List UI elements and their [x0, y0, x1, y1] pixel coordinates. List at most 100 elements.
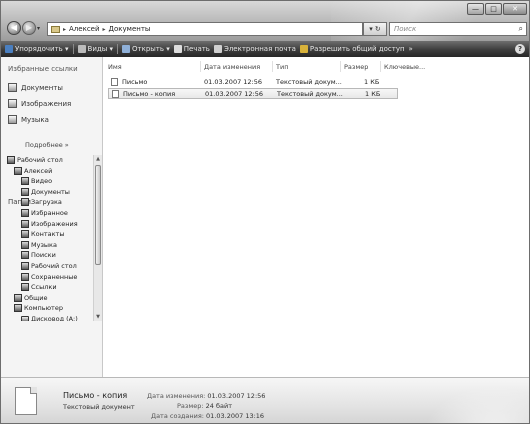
organize-button[interactable]: Упорядочить ▾: [5, 45, 69, 53]
tree-item[interactable]: Дисковод (A:): [21, 314, 78, 321]
file-row-selected[interactable]: Письмо - копия 01.03.2007 12:56 Текстовы…: [108, 88, 398, 99]
tree-item[interactable]: Рабочий стол: [7, 155, 63, 165]
details-file-name: Письмо - копия: [63, 391, 128, 400]
print-button[interactable]: Печать: [173, 45, 210, 53]
details-created: Дата создания: 01.03.2007 13:16: [151, 412, 264, 420]
folder-icon: [21, 240, 29, 249]
details-modified-label: Дата изменения:: [147, 392, 206, 400]
tree-item[interactable]: Ссылки: [21, 282, 57, 292]
scroll-up-icon[interactable]: ▲: [94, 155, 102, 163]
views-button[interactable]: Виды ▾: [77, 45, 113, 53]
folder-icon: [21, 272, 29, 281]
details-size-label: Размер:: [177, 402, 204, 410]
address-bar[interactable]: ▸ Алексей ▸ Документы: [47, 22, 363, 36]
favorite-label: Музыка: [21, 115, 49, 124]
tree-item-label: Избранное: [31, 209, 68, 217]
file-date: 01.03.2007 12:56: [204, 78, 263, 86]
tree-item[interactable]: Изображения: [21, 219, 78, 229]
details-created-value: 01.03.2007 13:16: [206, 412, 265, 420]
column-header-name[interactable]: Имя: [108, 63, 122, 71]
tree-item[interactable]: Сохраненные: [21, 272, 77, 282]
tree-item-label: Компьютер: [24, 304, 63, 313]
column-header-tags[interactable]: Ключевые...: [384, 63, 425, 71]
desktop-icon: [7, 156, 15, 164]
tree-item[interactable]: Рабочий стол: [21, 261, 77, 271]
email-button[interactable]: Электронная почта: [213, 45, 296, 53]
details-created-label: Дата создания:: [151, 412, 204, 420]
views-icon: [77, 45, 86, 53]
folder-icon: [14, 293, 22, 302]
text-document-icon: [112, 90, 119, 98]
column-divider[interactable]: [340, 61, 341, 72]
details-modified-value: 01.03.2007 12:56: [207, 392, 266, 400]
column-header-date[interactable]: Дата изменения: [204, 63, 260, 71]
search-input[interactable]: Поиск ⌕: [389, 22, 527, 36]
file-type: Текстовый докум...: [276, 78, 342, 86]
tree-item[interactable]: Поиски: [21, 250, 56, 260]
tree-item-label: Рабочий стол: [31, 262, 77, 270]
tree-item[interactable]: Компьютер: [14, 303, 63, 313]
recent-pages-dropdown[interactable]: ▾: [37, 25, 40, 32]
maximize-button[interactable]: □: [485, 3, 502, 15]
tree-item[interactable]: Контакты: [21, 229, 64, 239]
user-icon: [14, 166, 22, 175]
scrollbar-thumb[interactable]: [95, 165, 101, 265]
search-icon[interactable]: ⌕: [519, 24, 523, 34]
folder-icon: [21, 198, 29, 207]
refresh-icon[interactable]: ↻: [375, 25, 381, 33]
tree-item-label: Дисковод (A:): [31, 315, 78, 321]
window-controls: — □ ✕: [467, 3, 527, 15]
minimize-button[interactable]: —: [467, 3, 484, 15]
address-history-dropdown[interactable]: ▾: [369, 25, 373, 33]
column-divider[interactable]: [200, 61, 201, 72]
folder-icon: [21, 219, 29, 228]
close-button[interactable]: ✕: [503, 3, 527, 15]
share-button[interactable]: Разрешить общий доступ: [299, 45, 405, 53]
tree-item-label: Общие: [24, 293, 48, 302]
column-divider[interactable]: [272, 61, 273, 72]
tree-item[interactable]: Избранное: [21, 208, 68, 218]
file-row[interactable]: Письмо 01.03.2007 12:56 Текстовый докум.…: [108, 77, 398, 88]
back-button[interactable]: ◀: [7, 21, 21, 35]
tree-item[interactable]: Видео: [21, 176, 52, 186]
folder-icon: [21, 283, 29, 292]
breadcrumb-user[interactable]: Алексей: [69, 25, 100, 33]
text-document-icon: [111, 78, 118, 86]
tree-item-label: Сохраненные: [31, 272, 78, 281]
folder-icon: [21, 251, 29, 260]
column-header-size[interactable]: Размер: [344, 63, 368, 71]
folder-tree-scrollbar[interactable]: ▲ ▼: [93, 155, 102, 321]
email-label: Электронная почта: [223, 45, 296, 53]
toolbar-overflow-button[interactable]: »: [409, 45, 413, 53]
tree-item[interactable]: Музыка: [21, 240, 57, 250]
breadcrumb-separator-icon[interactable]: ▸: [63, 26, 66, 33]
details-modified: Дата изменения: 01.03.2007 12:56: [147, 392, 265, 400]
breadcrumb-documents[interactable]: Документы: [109, 25, 151, 33]
tree-item-label: Алексей: [24, 166, 53, 175]
help-icon[interactable]: ?: [515, 44, 525, 54]
breadcrumb-separator-icon[interactable]: ▸: [103, 26, 106, 33]
scroll-down-icon[interactable]: ▼: [94, 313, 102, 321]
organize-icon: [5, 45, 13, 53]
favorite-label: Документы: [21, 83, 63, 92]
open-button[interactable]: Открыть ▾: [122, 45, 170, 53]
column-header-type[interactable]: Тип: [276, 63, 288, 71]
overflow-label: »: [408, 45, 413, 53]
tree-item-label: Контакты: [31, 230, 65, 239]
details-size-value: 24 байт: [205, 402, 232, 410]
title-bar: — □ ✕ ◀ ▶ ▾ ▸ Алексей ▸ Документы ▾ ↻ По…: [1, 1, 529, 41]
favorite-link-music[interactable]: Музыка: [8, 115, 49, 124]
more-links[interactable]: Подробнее »: [25, 141, 69, 149]
tree-item-label: Документы: [31, 187, 70, 196]
decorative-swoosh: [411, 378, 529, 423]
favorite-link-documents[interactable]: Документы: [8, 83, 63, 92]
tree-item[interactable]: Документы: [21, 187, 70, 197]
forward-button[interactable]: ▶: [22, 21, 36, 35]
column-divider[interactable]: [380, 61, 381, 72]
file-type: Текстовый докум...: [277, 90, 343, 98]
favorite-link-pictures[interactable]: Изображения: [8, 99, 71, 108]
tree-item[interactable]: Загрузка: [21, 197, 62, 207]
tree-item[interactable]: Алексей: [14, 166, 52, 176]
tree-item-label: Загрузка: [31, 198, 62, 207]
tree-item[interactable]: Общие: [14, 293, 47, 303]
